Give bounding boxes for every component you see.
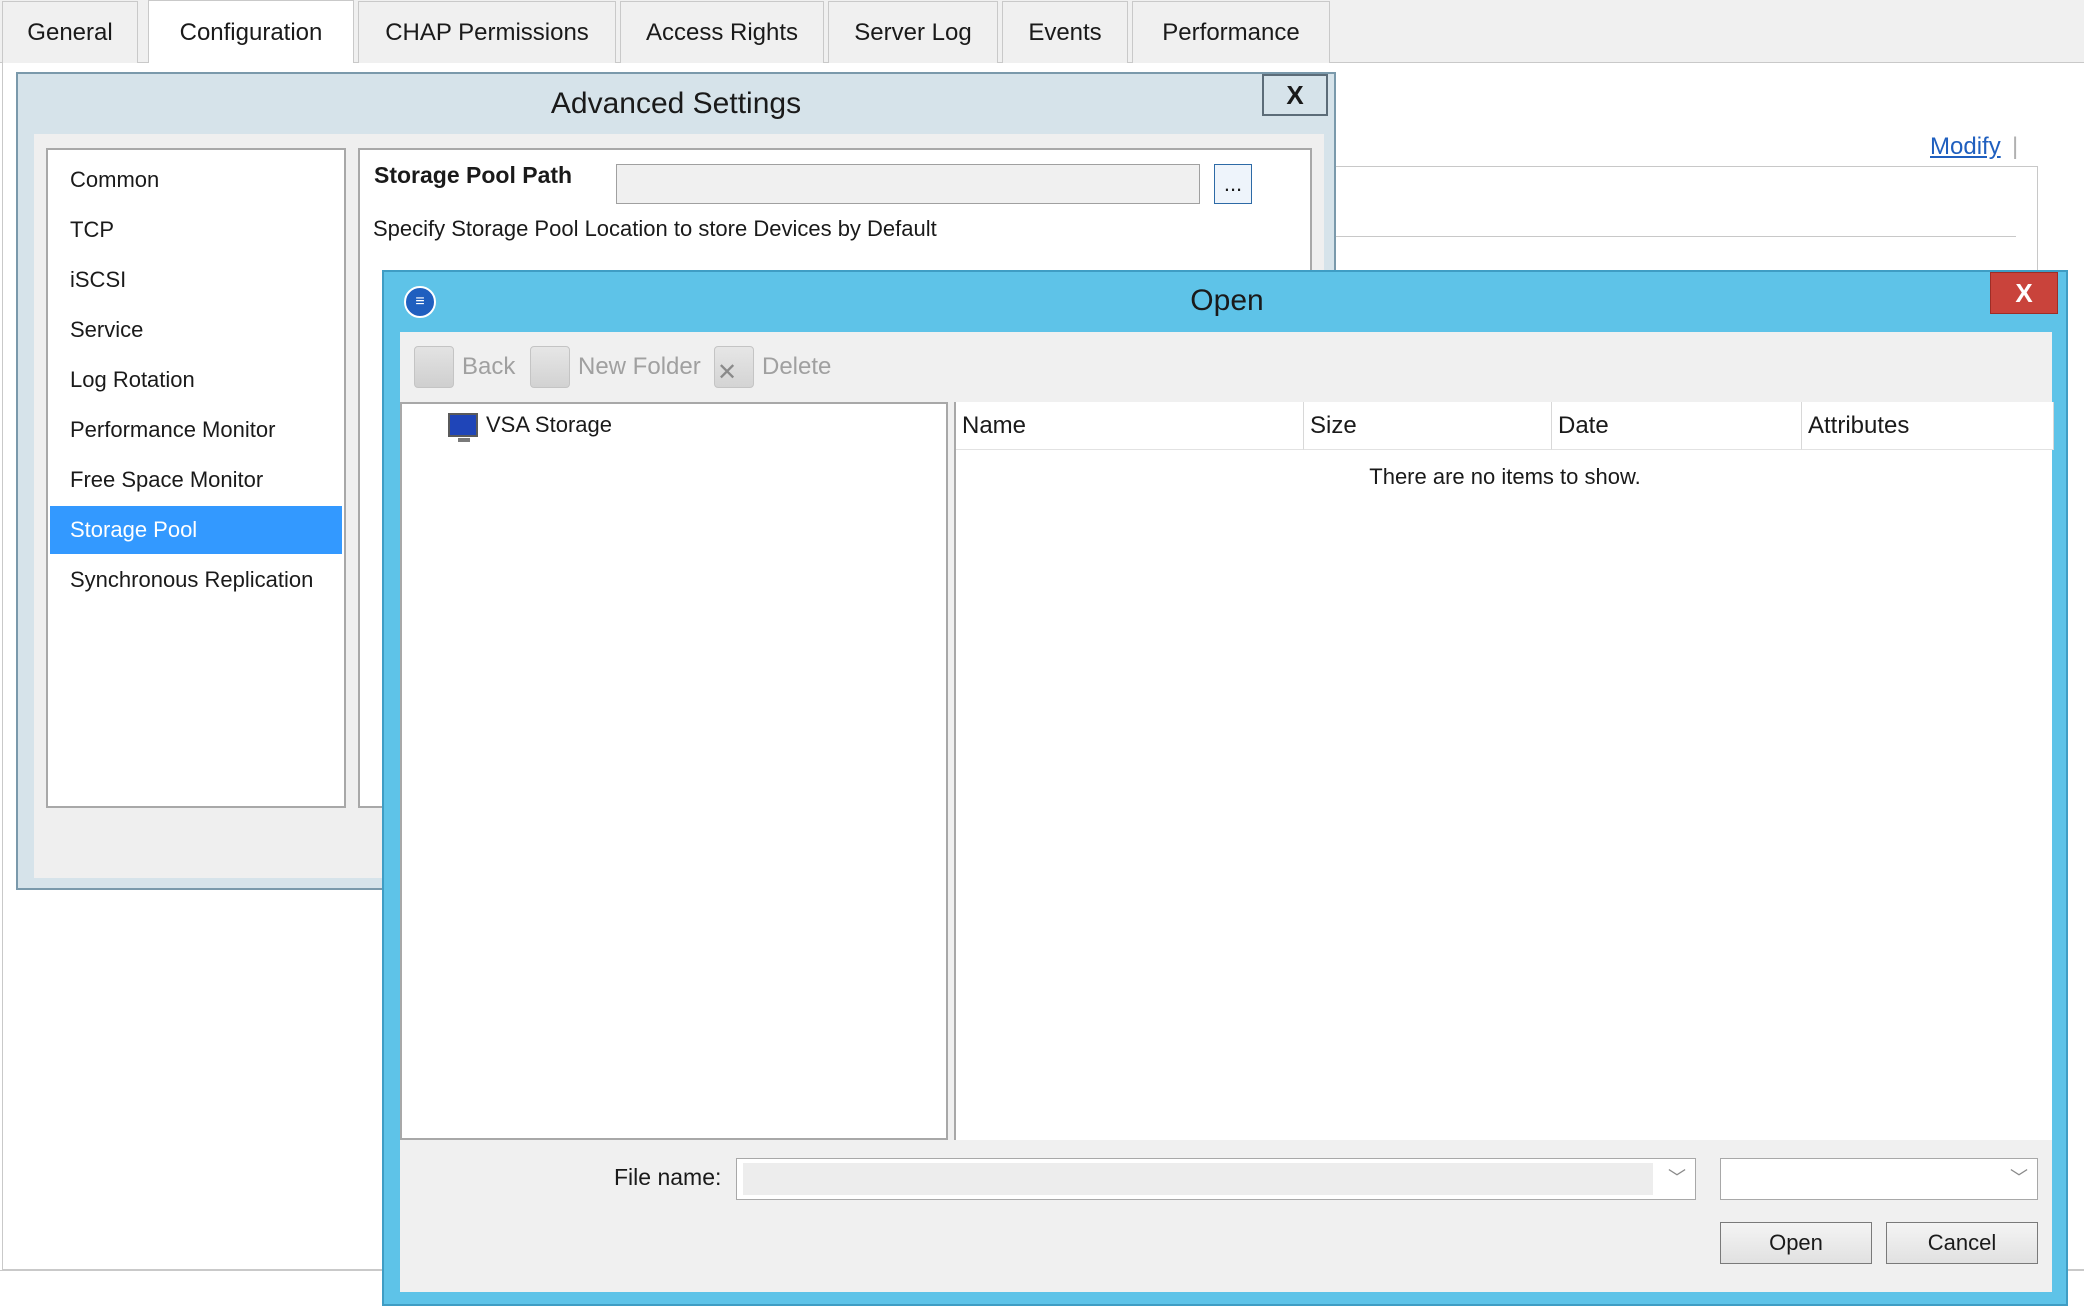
column-header-date[interactable]: Date	[1552, 402, 1802, 450]
tab-events[interactable]: Events	[1002, 1, 1128, 63]
column-header-attributes[interactable]: Attributes	[1802, 402, 2054, 450]
category-performance-monitor[interactable]: Performance Monitor	[50, 406, 342, 454]
storage-pool-description: Specify Storage Pool Location to store D…	[373, 216, 937, 241]
category-log-rotation[interactable]: Log Rotation	[50, 356, 342, 404]
storage-pool-path-label: Storage Pool Path	[374, 162, 573, 188]
tab-performance[interactable]: Performance	[1132, 1, 1330, 63]
close-button[interactable]: X	[1990, 272, 2058, 314]
dialog-client-area: Back New Folder ✕ Delete VSA Storage Nam…	[400, 332, 2054, 1292]
link-separator: |	[2012, 133, 2019, 160]
background-group-box	[1330, 166, 2038, 286]
category-free-space-monitor[interactable]: Free Space Monitor	[50, 456, 342, 504]
tab-configuration[interactable]: Configuration	[148, 0, 354, 64]
new-folder-label: New Folder	[578, 353, 701, 380]
tab-general[interactable]: General	[2, 1, 138, 63]
category-service[interactable]: Service	[50, 306, 342, 354]
chevron-down-icon[interactable]: ﹀	[2009, 1167, 2029, 1188]
empty-list-message: There are no items to show.	[1369, 464, 1641, 489]
file-name-combobox[interactable]: ﹀	[736, 1158, 1696, 1200]
file-list: Name Size Date Attributes There are no i…	[954, 402, 2054, 1140]
category-tcp[interactable]: TCP	[50, 206, 342, 254]
main-tab-bar: General Configuration CHAP Permissions A…	[0, 0, 2084, 64]
new-folder-icon	[530, 346, 570, 388]
close-button[interactable]: X	[1262, 74, 1328, 116]
cancel-button[interactable]: Cancel	[1886, 1222, 2038, 1264]
modify-link[interactable]: Modify	[1930, 133, 2001, 161]
app-icon: ≡	[404, 286, 436, 318]
category-list: Common TCP iSCSI Service Log Rotation Pe…	[46, 148, 346, 808]
dialog-title: Advanced Settings	[550, 87, 802, 120]
file-name-input[interactable]	[743, 1163, 1653, 1195]
background-divider	[1330, 236, 2016, 237]
back-label: Back	[462, 353, 516, 380]
storage-pool-path-input[interactable]	[616, 164, 1200, 204]
tab-chap-permissions[interactable]: CHAP Permissions	[358, 1, 616, 63]
tree-item-vsa-storage[interactable]: VSA Storage	[448, 408, 612, 442]
open-file-dialog: Open ≡ X Back New Folder ✕ Delete VSA St…	[382, 270, 2068, 1306]
category-common[interactable]: Common	[50, 156, 342, 204]
category-synchronous-replication[interactable]: Synchronous Replication	[50, 556, 342, 604]
delete-label: Delete	[762, 353, 832, 380]
delete-button[interactable]: ✕ Delete	[714, 344, 831, 390]
folder-tree: VSA Storage	[400, 402, 948, 1140]
back-arrow-icon	[414, 346, 454, 388]
column-header-size[interactable]: Size	[1304, 402, 1552, 450]
open-button[interactable]: Open	[1720, 1222, 1872, 1264]
dialog-title: Open	[1190, 284, 1264, 317]
back-button[interactable]: Back	[414, 344, 515, 390]
chevron-down-icon[interactable]: ﹀	[1667, 1167, 1687, 1188]
category-storage-pool[interactable]: Storage Pool	[50, 506, 342, 554]
tab-server-log[interactable]: Server Log	[828, 1, 998, 63]
new-folder-button[interactable]: New Folder	[530, 344, 701, 390]
computer-icon	[448, 413, 478, 442]
file-name-label: File name:	[614, 1164, 722, 1190]
tab-access-rights[interactable]: Access Rights	[620, 1, 824, 63]
browse-button[interactable]: ...	[1214, 164, 1252, 204]
category-iscsi[interactable]: iSCSI	[50, 256, 342, 304]
file-type-combobox[interactable]: ﹀	[1720, 1158, 2038, 1200]
tree-item-label: VSA Storage	[486, 412, 612, 437]
column-header-name[interactable]: Name	[956, 402, 1304, 450]
delete-icon: ✕	[714, 346, 754, 388]
